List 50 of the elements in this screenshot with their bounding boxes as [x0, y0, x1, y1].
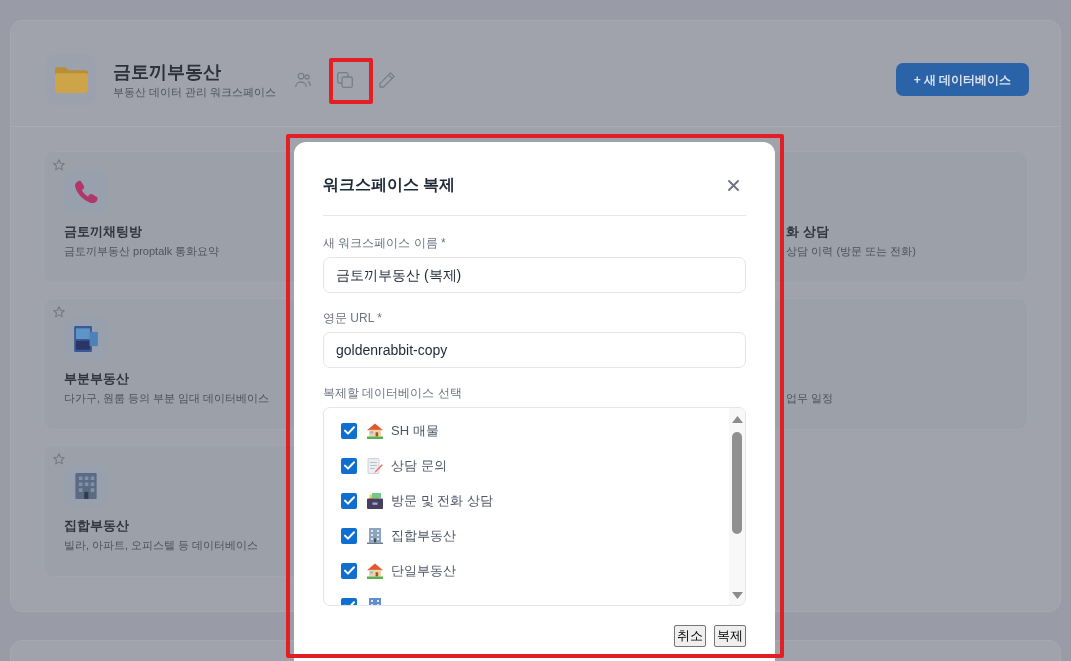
card-description: 다가구, 원룸 등의 부분 임대 데이터베이스	[64, 391, 270, 405]
scrollbar[interactable]	[729, 408, 745, 605]
close-icon[interactable]	[728, 179, 739, 191]
star-icon[interactable]	[53, 453, 65, 465]
checkbox[interactable]	[341, 457, 357, 474]
dialog-button[interactable]: 취소	[674, 625, 706, 647]
building-icon	[64, 465, 108, 506]
house-icon	[367, 422, 383, 439]
card-title: 화 상담	[786, 223, 829, 241]
checkbox[interactable]	[341, 492, 357, 509]
checkbox-label[interactable]: 상담 문의	[391, 456, 447, 475]
checkbox-label[interactable]: 집합부동산	[391, 526, 456, 545]
card-title: 집합부동산	[64, 517, 129, 535]
phone-icon	[64, 171, 108, 212]
text-field[interactable]: 금토끼부동산 (복제)	[323, 257, 746, 293]
text-field[interactable]: goldenrabbit-copy	[323, 332, 746, 368]
picture-icon	[64, 318, 108, 359]
card-title: 부분부동산	[64, 370, 129, 388]
building-icon	[367, 527, 383, 544]
checkbox[interactable]	[341, 562, 357, 579]
field-label: 새 워크스페이스 이름 *	[323, 235, 447, 251]
up-arrow-icon[interactable]	[731, 416, 743, 423]
down-arrow-icon[interactable]	[731, 592, 743, 599]
folder-icon	[46, 54, 96, 105]
field-label: 영문 URL *	[323, 310, 383, 326]
workspace-subtitle: 부동산 데이터 관리 워크스페이스	[113, 85, 277, 99]
checkbox[interactable]	[341, 422, 357, 439]
house-icon	[367, 562, 383, 579]
new-database-button[interactable]: + 새 데이터베이스	[896, 63, 1029, 96]
card-description: 업무 일정	[786, 391, 834, 405]
scrollbar-thumb[interactable]	[732, 432, 742, 534]
dialog-title: 워크스페이스 복제	[323, 175, 456, 195]
field-label: 복제할 데이터베이스 선택	[323, 385, 463, 401]
card-description: 빌라, 아파트, 오피스텔 등 데이터베이스	[64, 538, 259, 552]
highlight-frame	[329, 58, 373, 104]
checkbox-label[interactable]: 방문 및 전화 상담	[391, 491, 493, 510]
card-description: 금토끼부동산 proptalk 통화요약	[64, 244, 220, 258]
checkbox-label[interactable]: 단일부동산	[391, 561, 456, 580]
copy-icon[interactable]	[337, 71, 354, 88]
card-description: 상담 이력 (방문 또는 전화)	[786, 244, 916, 258]
workspace-title: 금토끼부동산	[113, 61, 222, 84]
people-icon[interactable]	[295, 71, 312, 88]
checkbox-label[interactable]: SH 매물	[391, 421, 439, 440]
file-box-icon	[367, 492, 383, 509]
memo-icon	[367, 457, 383, 474]
checkbox[interactable]	[341, 527, 357, 544]
dialog-button[interactable]: 복제	[714, 625, 746, 647]
card-title: 금토끼채팅방	[64, 223, 142, 241]
star-icon[interactable]	[53, 159, 65, 171]
star-icon[interactable]	[53, 306, 65, 318]
